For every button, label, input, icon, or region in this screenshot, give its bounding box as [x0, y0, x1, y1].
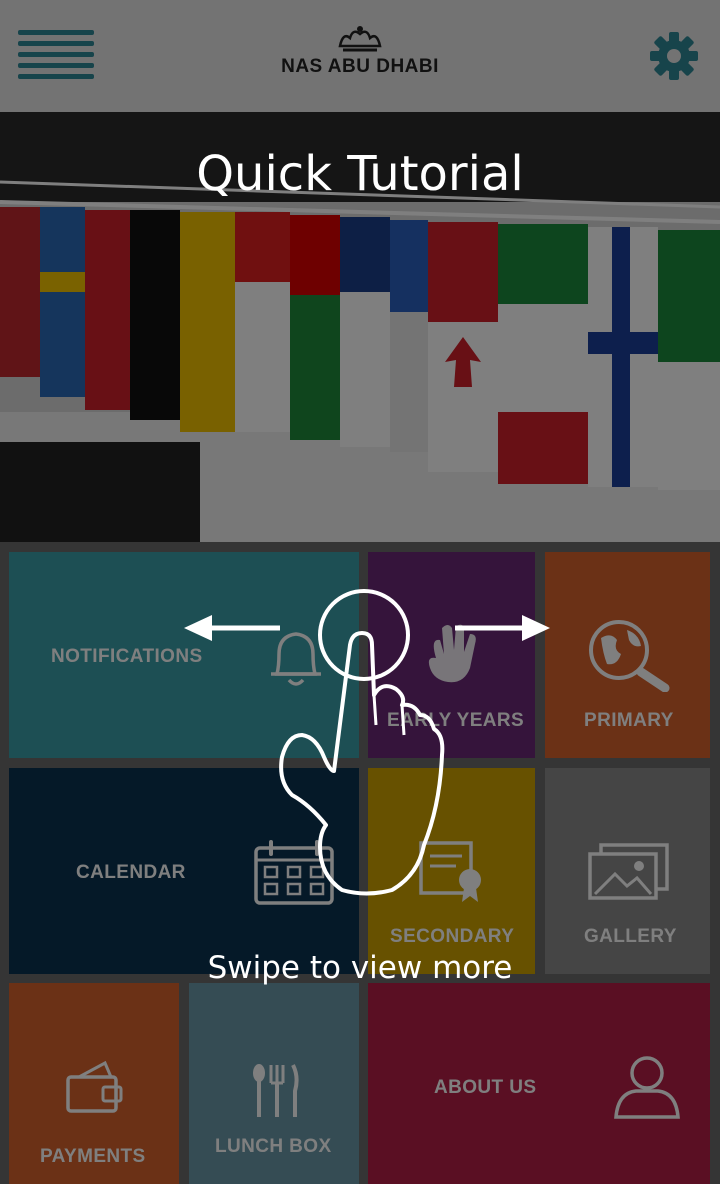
- tutorial-title: Quick Tutorial: [196, 146, 524, 202]
- tutorial-hint: Swipe to view more: [207, 950, 513, 986]
- swipe-hand-icon: [184, 589, 550, 896]
